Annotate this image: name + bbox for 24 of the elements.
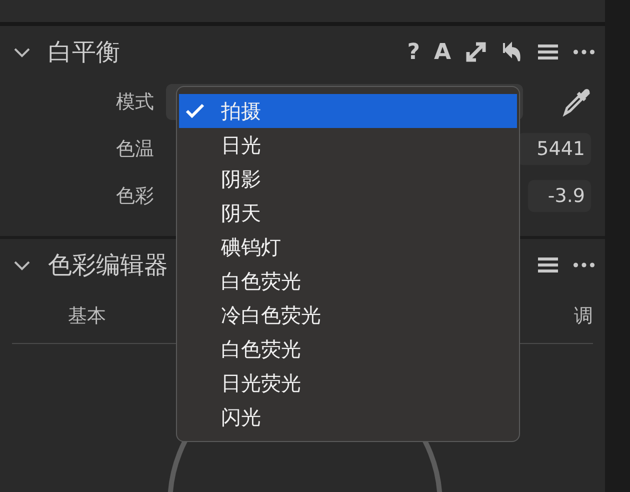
checkmark-icon: [185, 103, 205, 119]
menu-item[interactable]: 冷白色荧光: [179, 298, 517, 332]
section-title: 白平衡: [48, 37, 120, 68]
menu-item[interactable]: 阴影: [179, 162, 517, 196]
menu-item[interactable]: 白色荧光: [179, 332, 517, 366]
menu-item[interactable]: 拍摄: [179, 94, 517, 128]
menu-item[interactable]: 日光: [179, 128, 517, 162]
field-label: 色彩: [115, 184, 155, 208]
field-label: 模式: [115, 90, 155, 114]
value-field[interactable]: -3.9: [528, 180, 591, 212]
auto-button[interactable]: A: [434, 40, 451, 64]
expand-icon[interactable]: [465, 41, 487, 63]
menu-item[interactable]: 日光荧光: [179, 366, 517, 400]
menu-item[interactable]: 白色荧光: [179, 264, 517, 298]
menu-item[interactable]: 闪光: [179, 400, 517, 434]
menu-item[interactable]: 碘钨灯: [179, 230, 517, 264]
help-button[interactable]: ?: [407, 40, 420, 64]
tab[interactable]: 基本: [68, 301, 106, 331]
undo-icon[interactable]: [501, 41, 523, 63]
tab[interactable]: 调: [574, 301, 593, 331]
field-label: 色温: [115, 136, 155, 162]
eyedropper-icon[interactable]: [561, 86, 591, 116]
menu-item[interactable]: 阴天: [179, 196, 517, 230]
section-title: 色彩编辑器: [48, 250, 168, 281]
